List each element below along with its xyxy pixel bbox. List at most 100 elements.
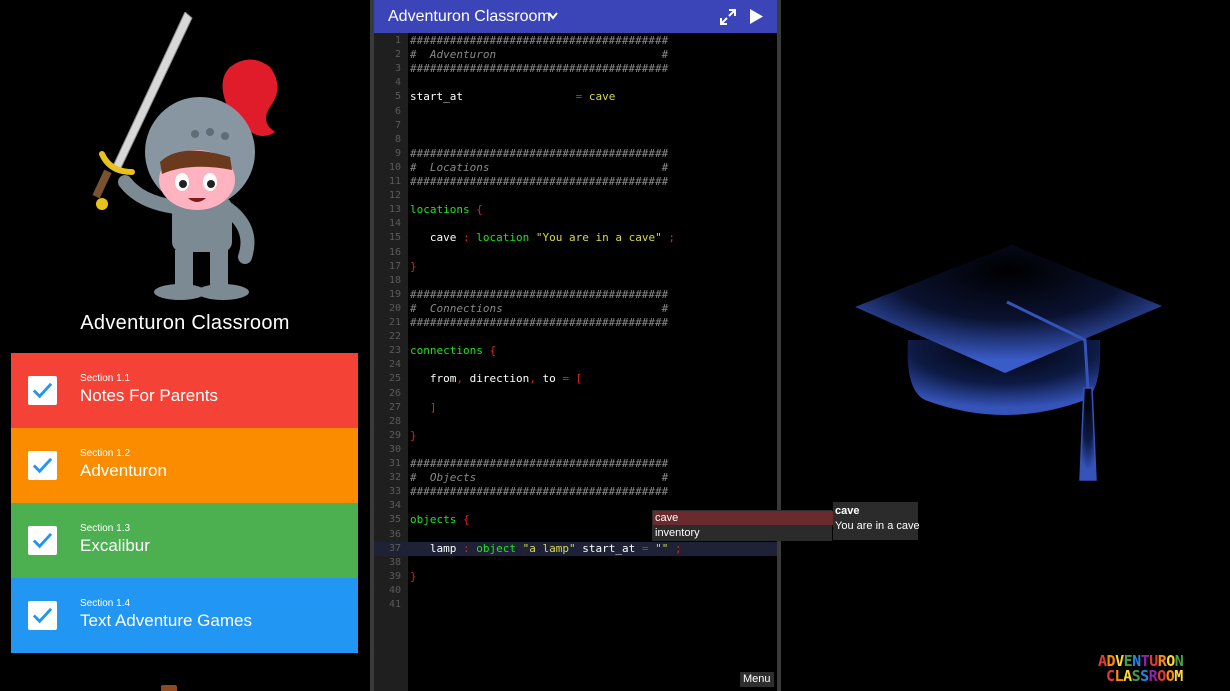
editor-title[interactable]: Adventuron Classroom xyxy=(388,8,551,26)
code-text[interactable]: } xyxy=(410,429,417,443)
code-text[interactable]: start_at = cave xyxy=(410,90,615,104)
code-line[interactable]: 24 xyxy=(374,358,777,372)
editor-title-bar: Adventuron Classroom xyxy=(374,0,777,33)
code-line[interactable]: 18 xyxy=(374,274,777,288)
menu-button[interactable]: Menu xyxy=(740,672,774,687)
code-line[interactable]: 21 ######################################… xyxy=(374,316,777,330)
code-line[interactable]: 6 xyxy=(374,105,777,119)
code-line[interactable]: 28 xyxy=(374,415,777,429)
code-text[interactable]: ####################################### xyxy=(410,288,668,302)
check-icon[interactable] xyxy=(28,376,57,405)
line-number: 39 xyxy=(388,570,401,582)
code-line[interactable]: 9 ####################################### xyxy=(374,147,777,161)
code-line[interactable]: 33 ######################################… xyxy=(374,485,777,499)
code-line[interactable]: 39} xyxy=(374,570,777,584)
brand-line-2: CLASSROOM xyxy=(1106,667,1183,685)
code-line[interactable]: 12 xyxy=(374,189,777,203)
line-number: 17 xyxy=(388,260,401,272)
code-text[interactable]: ####################################### xyxy=(410,147,668,161)
code-line[interactable]: 38 xyxy=(374,556,777,570)
code-line[interactable]: 25 from, direction, to = [ xyxy=(374,372,777,386)
expand-icon[interactable] xyxy=(720,9,736,25)
line-number: 21 xyxy=(388,317,401,328)
code-text[interactable]: } xyxy=(410,570,417,584)
code-text[interactable]: ####################################### xyxy=(410,175,668,189)
code-line[interactable]: 27 ] xyxy=(374,401,777,415)
code-line[interactable]: 30 xyxy=(374,443,777,457)
code-text[interactable]: ####################################### xyxy=(410,62,668,76)
code-line[interactable]: 2 # Adventuron # xyxy=(374,48,777,62)
brand-logo: ADVENTURON CLASSROOM xyxy=(1098,654,1224,686)
check-icon[interactable] xyxy=(28,451,57,480)
line-number: 12 xyxy=(388,190,401,202)
code-line[interactable]: 32 # Objects # xyxy=(374,471,777,485)
code-editor[interactable]: 1 #######################################… xyxy=(374,0,777,691)
code-line[interactable]: 22 xyxy=(374,330,777,344)
code-text[interactable]: # Objects # xyxy=(410,471,668,485)
code-line[interactable]: 15 cave : location "You are in a cave" ; xyxy=(374,231,777,245)
code-line[interactable]: 11 ######################################… xyxy=(374,175,777,189)
autocomplete-item[interactable]: cave xyxy=(653,511,833,525)
code-text[interactable]: ####################################### xyxy=(410,34,668,48)
code-line[interactable]: 17} xyxy=(374,260,777,274)
code-text[interactable]: locations { xyxy=(410,203,483,217)
code-text[interactable]: from, direction, to = [ xyxy=(410,372,582,386)
code-line[interactable]: 7 xyxy=(374,119,777,133)
code-line[interactable]: 29} xyxy=(374,429,777,443)
code-area[interactable]: 1 #######################################… xyxy=(374,33,777,691)
splitter-right[interactable] xyxy=(777,0,781,691)
line-number: 28 xyxy=(388,415,401,427)
code-text[interactable]: ####################################### xyxy=(410,457,668,471)
code-line[interactable]: 10 # Locations # xyxy=(374,161,777,175)
code-line[interactable]: 4 xyxy=(374,76,777,90)
autocomplete-item[interactable]: inventory xyxy=(653,526,833,540)
line-number: 23 xyxy=(388,345,401,357)
code-line[interactable]: 26 xyxy=(374,387,777,401)
code-text[interactable]: lamp : object "a lamp" start_at = "" ; xyxy=(410,542,682,556)
code-text[interactable]: objects { xyxy=(410,513,470,527)
section-excalibur[interactable]: Section 1.3 Excalibur xyxy=(11,503,358,578)
code-line[interactable]: 41 xyxy=(374,598,777,612)
app-title: Adventuron Classroom xyxy=(80,312,290,334)
line-number: 18 xyxy=(388,274,401,286)
code-text[interactable]: ] xyxy=(410,401,437,415)
line-number: 4 xyxy=(394,77,401,89)
code-line[interactable]: 19 ######################################… xyxy=(374,288,777,302)
line-number: 37 xyxy=(388,542,401,554)
code-text[interactable]: # Adventuron # xyxy=(410,48,668,62)
code-line[interactable]: 13 locations { xyxy=(374,203,777,217)
play-icon[interactable] xyxy=(748,8,764,25)
code-line[interactable]: 40 xyxy=(374,584,777,598)
code-line[interactable]: 14 xyxy=(374,217,777,231)
code-line[interactable]: 1 ####################################### xyxy=(374,34,777,48)
line-number: 26 xyxy=(388,387,401,399)
code-text[interactable]: ####################################### xyxy=(410,485,668,499)
line-number: 16 xyxy=(388,246,401,258)
autocomplete-info-title: cave xyxy=(835,505,860,517)
code-text[interactable]: } xyxy=(410,260,417,274)
line-number: 9 xyxy=(394,147,401,159)
line-number: 3 xyxy=(394,63,401,75)
code-text[interactable]: connections { xyxy=(410,344,496,358)
check-icon[interactable] xyxy=(28,601,57,630)
code-text[interactable]: # Connections # xyxy=(410,302,668,316)
code-line[interactable]: 23 connections { xyxy=(374,344,777,358)
section-adventuron[interactable]: Section 1.2 Adventuron xyxy=(11,428,358,503)
code-line[interactable]: 16 xyxy=(374,246,777,260)
code-line[interactable]: 31 ######################################… xyxy=(374,457,777,471)
code-line[interactable]: 20 # Connections # xyxy=(374,302,777,316)
section-name: Excalibur xyxy=(80,536,150,555)
code-line[interactable]: 5 start_at = cave xyxy=(374,90,777,104)
code-text[interactable]: ####################################### xyxy=(410,316,668,330)
section-notes-for-parents[interactable]: Section 1.1 Notes For Parents xyxy=(11,353,358,428)
check-icon[interactable] xyxy=(28,526,57,555)
chevron-down-icon[interactable] xyxy=(548,12,558,20)
line-number: 2 xyxy=(394,49,401,61)
code-text[interactable]: cave : location "You are in a cave" ; xyxy=(410,231,675,245)
code-line[interactable]: 3 ####################################### xyxy=(374,62,777,76)
code-text[interactable]: # Locations # xyxy=(410,161,668,175)
knight-mascot-image xyxy=(92,12,278,300)
code-line[interactable]: 37 lamp : object "a lamp" start_at = "" … xyxy=(374,541,777,556)
code-line[interactable]: 8 xyxy=(374,133,777,147)
section-text-adventure-games[interactable]: Section 1.4 Text Adventure Games xyxy=(11,578,358,653)
